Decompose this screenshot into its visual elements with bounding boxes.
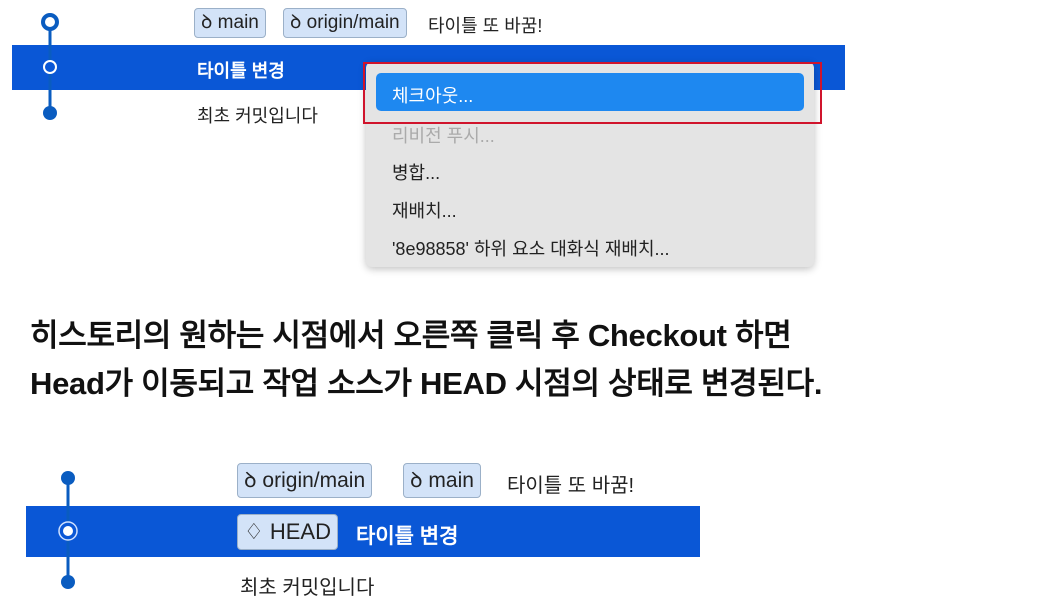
branch-badge-main[interactable]: ꝺ main	[194, 8, 266, 38]
branch-icon: ꝺ	[290, 12, 307, 33]
commit-graph	[41, 13, 59, 120]
commit-message[interactable]: 타이틀 또 바꿈!	[507, 469, 634, 498]
branch-badge-origin-main[interactable]: ꝺ origin/main	[283, 8, 407, 38]
branch-badge-main[interactable]: ꝺ main	[403, 463, 481, 498]
menu-item-merge[interactable]: 병합...	[392, 159, 440, 185]
caption-line-1: 히스토리의 원하는 시점에서 오른쪽 클릭 후 Checkout 하면	[30, 318, 792, 353]
commit-message[interactable]: 타이틀 변경	[356, 520, 458, 550]
caption-line-2: Head가 이동되고 작업 소스가 HEAD 시점의 상태로 변경된다.	[30, 366, 823, 401]
menu-item-push-revision: 리비전 푸시...	[392, 126, 495, 146]
commit-node	[59, 522, 77, 540]
branch-icon: ꝺ	[201, 12, 218, 33]
branch-icon: ꝺ	[244, 469, 263, 492]
annotation-highlight-box	[363, 62, 822, 124]
commit-graph	[58, 471, 78, 589]
commit-node	[43, 60, 57, 74]
tag-badge-head[interactable]: ♢ HEAD	[237, 514, 338, 550]
menu-item-interactive-rebase[interactable]: '8e98858' 하위 요소 대화식 재배치...	[392, 235, 670, 261]
commit-message[interactable]: 타이틀 변경	[197, 57, 285, 83]
branch-icon: ꝺ	[410, 469, 429, 492]
commit-node	[43, 106, 57, 120]
tag-icon: ♢	[244, 519, 270, 544]
commit-node	[61, 471, 75, 485]
commit-node	[61, 575, 75, 589]
commit-message[interactable]: 최초 커밋입니다	[240, 571, 374, 600]
commit-message[interactable]: 타이틀 또 바꿈!	[428, 12, 542, 38]
commit-node	[41, 13, 59, 31]
commit-message[interactable]: 최초 커밋입니다	[197, 102, 318, 128]
branch-badge-origin-main[interactable]: ꝺ origin/main	[237, 463, 373, 498]
menu-item-rebase[interactable]: 재배치...	[392, 197, 457, 223]
